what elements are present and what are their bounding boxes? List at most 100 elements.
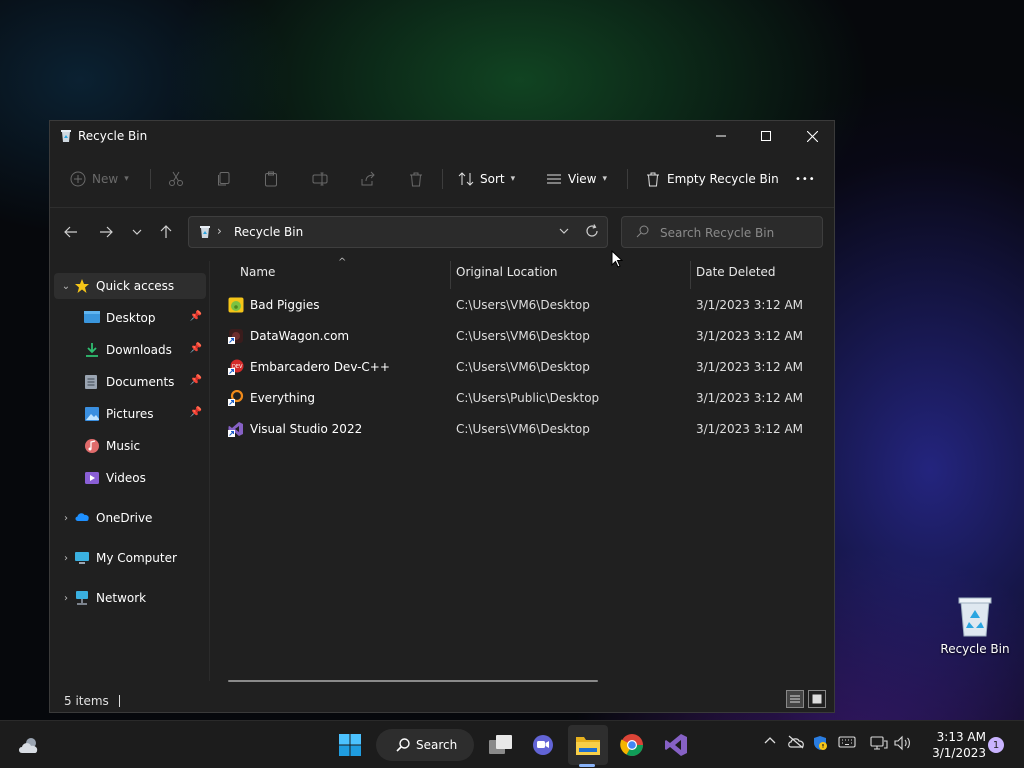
- sidebar-item-music[interactable]: Music: [54, 433, 206, 459]
- chevron-right-icon[interactable]: ›: [58, 553, 74, 564]
- task-view-button[interactable]: [486, 729, 516, 761]
- notification-badge[interactable]: 1: [988, 737, 1004, 753]
- chevron-right-icon[interactable]: ›: [58, 513, 74, 524]
- maximize-button[interactable]: [743, 121, 789, 151]
- details-view-button[interactable]: [786, 690, 804, 708]
- star-icon: [74, 278, 90, 294]
- arrow-left-icon: [64, 226, 77, 238]
- column-header-label: Name: [240, 265, 276, 279]
- column-resize-handle[interactable]: [450, 261, 451, 289]
- address-history-dropdown[interactable]: [559, 225, 569, 239]
- visual-studio-icon: [228, 421, 244, 437]
- shield-icon: [814, 736, 827, 750]
- close-button[interactable]: [789, 121, 835, 151]
- horizontal-scrollbar[interactable]: [228, 680, 598, 682]
- sidebar-item-my-computer[interactable]: › My Computer: [54, 545, 206, 571]
- table-row[interactable]: DataWagon.com C:\Users\VM6\Desktop 3/1/2…: [226, 322, 826, 350]
- keyboard-tray-icon[interactable]: [838, 735, 856, 752]
- column-header-original-location[interactable]: Original Location: [456, 265, 558, 289]
- teams-chat-button[interactable]: [528, 729, 558, 761]
- more-options-button[interactable]: •••: [795, 163, 816, 195]
- share-button[interactable]: [360, 163, 376, 195]
- network-tray-icon[interactable]: [870, 735, 888, 754]
- file-explorer-taskbar-button[interactable]: [572, 729, 604, 761]
- system-clock[interactable]: 3:13 AM 3/1/2023: [922, 729, 986, 761]
- taskbar-search-button[interactable]: Search: [376, 729, 474, 761]
- title-bar[interactable]: Recycle Bin: [50, 121, 834, 151]
- downloads-folder-icon: [84, 342, 100, 358]
- table-row[interactable]: Bad Piggies C:\Users\VM6\Desktop 3/1/202…: [226, 291, 826, 319]
- clipboard-icon: [265, 171, 277, 187]
- address-bar[interactable]: › Recycle Bin: [188, 216, 608, 248]
- column-header-date-deleted[interactable]: Date Deleted: [696, 265, 776, 289]
- trash-icon: [647, 172, 659, 187]
- paste-button[interactable]: [263, 163, 279, 195]
- sidebar-item-pictures[interactable]: Pictures 📌: [54, 401, 206, 427]
- search-box[interactable]: [621, 216, 823, 248]
- datawagon-icon: [228, 328, 244, 344]
- sidebar-item-label: Documents: [106, 375, 175, 389]
- window-title: Recycle Bin: [78, 129, 148, 143]
- chrome-taskbar-button[interactable]: [616, 729, 648, 761]
- sidebar-item-videos[interactable]: Videos: [54, 465, 206, 491]
- arrow-up-icon: [160, 225, 172, 238]
- sidebar-item-downloads[interactable]: Downloads 📌: [54, 337, 206, 363]
- sidebar-item-quick-access[interactable]: ⌄ Quick access: [54, 273, 206, 299]
- chevron-right-icon[interactable]: ›: [58, 593, 74, 604]
- music-folder-icon: [84, 438, 100, 454]
- file-name: Embarcadero Dev-C++: [250, 360, 390, 374]
- bad-piggies-icon: [228, 297, 244, 313]
- pin-icon: 📌: [189, 343, 202, 354]
- column-resize-handle[interactable]: [690, 261, 691, 289]
- minimize-button[interactable]: [698, 121, 744, 151]
- delete-button[interactable]: [408, 163, 424, 195]
- desktop-recycle-bin[interactable]: Recycle Bin: [940, 594, 1010, 656]
- sidebar-item-onedrive[interactable]: › OneDrive: [54, 505, 206, 531]
- search-input[interactable]: [660, 223, 810, 243]
- table-row[interactable]: Everything C:\Users\Public\Desktop 3/1/2…: [226, 384, 826, 412]
- desktop-folder-icon: [84, 310, 100, 326]
- new-label: New: [92, 172, 119, 186]
- folder-icon: [576, 737, 600, 755]
- view-toggle: [786, 690, 826, 708]
- sidebar-item-desktop[interactable]: Desktop 📌: [54, 305, 206, 331]
- command-bar: New ▾ Sort ▾ View ▾ Empty Recycle Bin ••…: [50, 157, 834, 201]
- breadcrumb-recycle-bin[interactable]: Recycle Bin: [234, 225, 303, 239]
- start-button[interactable]: [334, 729, 366, 761]
- sidebar-item-documents[interactable]: Documents 📌: [54, 369, 206, 395]
- sidebar-item-network[interactable]: › Network: [54, 585, 206, 611]
- widgets-button[interactable]: [14, 729, 44, 761]
- chat-icon: [533, 735, 553, 755]
- large-icons-view-button[interactable]: [808, 690, 826, 708]
- file-date: 3/1/2023 3:12 AM: [696, 360, 804, 374]
- onedrive-tray-icon[interactable]: [787, 735, 805, 752]
- sidebar-item-label: Pictures: [106, 407, 154, 421]
- chevron-down-icon[interactable]: ⌄: [58, 281, 74, 292]
- recent-locations-button[interactable]: [124, 219, 150, 245]
- new-button[interactable]: New ▾: [70, 163, 129, 195]
- rename-button[interactable]: [312, 163, 328, 195]
- task-view-icon: [489, 735, 512, 754]
- cut-button[interactable]: [168, 163, 184, 195]
- show-hidden-icons-button[interactable]: [764, 735, 776, 750]
- forward-button[interactable]: [93, 219, 119, 245]
- everything-icon: [228, 389, 244, 406]
- table-row[interactable]: Visual Studio 2022 C:\Users\VM6\Desktop …: [226, 415, 826, 443]
- column-header-name[interactable]: Name: [240, 265, 275, 289]
- sort-icon: [458, 172, 474, 186]
- security-tray-icon[interactable]: [812, 735, 828, 754]
- chevron-down-icon: [559, 228, 569, 234]
- table-row[interactable]: DEV Embarcadero Dev-C++ C:\Users\VM6\Des…: [226, 353, 826, 381]
- sort-button[interactable]: Sort ▾: [458, 163, 515, 195]
- column-header-label: Original Location: [456, 265, 558, 279]
- visual-studio-taskbar-button[interactable]: [660, 729, 692, 761]
- empty-recycle-bin-button[interactable]: Empty Recycle Bin: [645, 163, 779, 195]
- volume-tray-icon[interactable]: [894, 735, 912, 754]
- refresh-button[interactable]: [585, 224, 599, 241]
- view-button[interactable]: View ▾: [546, 163, 607, 195]
- copy-button[interactable]: [216, 163, 232, 195]
- up-button[interactable]: [153, 219, 179, 245]
- network-icon: [74, 590, 90, 606]
- back-button[interactable]: [58, 219, 84, 245]
- sort-label: Sort: [480, 172, 505, 186]
